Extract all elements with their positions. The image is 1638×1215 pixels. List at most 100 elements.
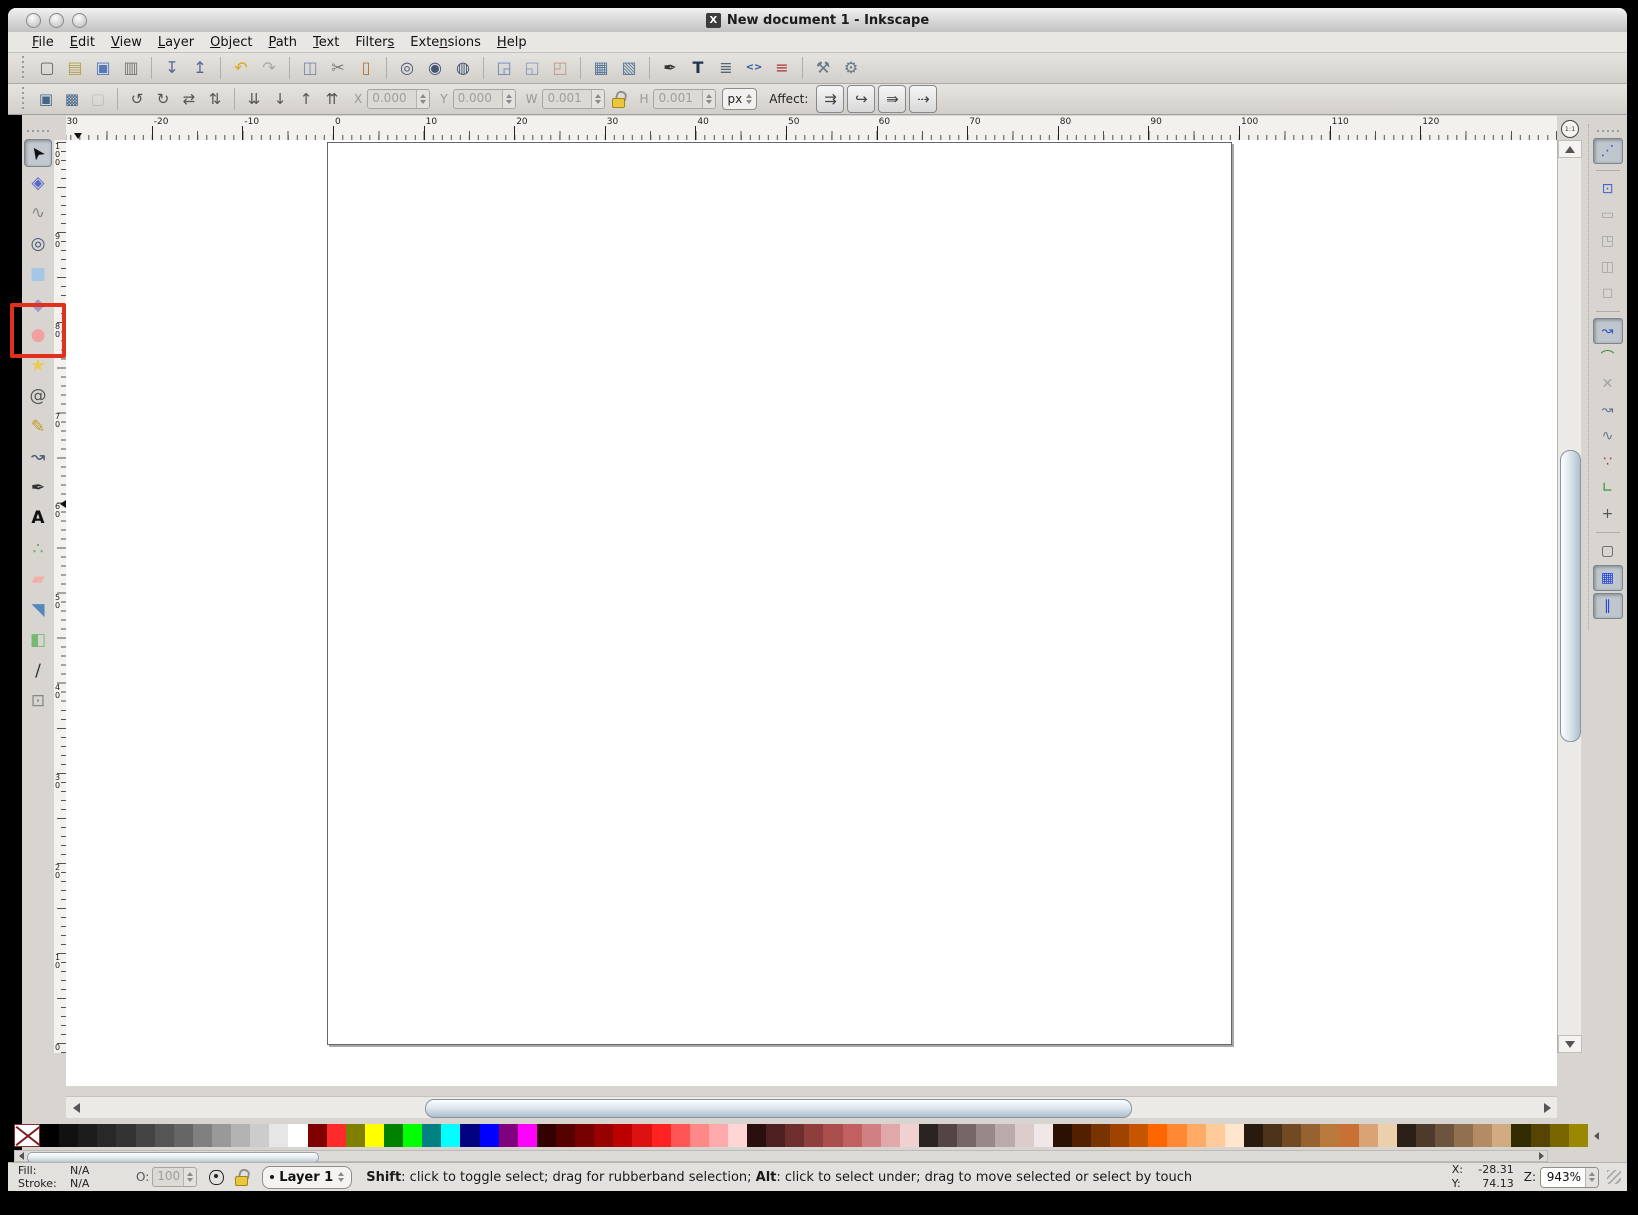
rectangle-tool-button[interactable]: ■ — [24, 261, 52, 289]
menu-text[interactable]: Text — [305, 34, 347, 51]
palette-swatch[interactable] — [843, 1124, 862, 1147]
palette-scrollbar[interactable] — [14, 1150, 1548, 1162]
snap-enable-button[interactable]: ⋰ — [1593, 138, 1623, 164]
width-field-spinner[interactable] — [591, 90, 604, 108]
palette-swatch[interactable] — [1206, 1124, 1225, 1147]
palette-swatch[interactable] — [957, 1124, 976, 1147]
scroll-up-icon[interactable] — [1558, 140, 1582, 158]
deselect-button[interactable]: ▢ — [86, 87, 110, 111]
snap-smooth-nodes-button[interactable]: ∿ — [1594, 424, 1622, 448]
palette-swatch[interactable] — [97, 1124, 116, 1147]
palette-swatch[interactable] — [671, 1124, 690, 1147]
palette-swatch[interactable] — [938, 1124, 957, 1147]
menu-layer[interactable]: Layer — [150, 34, 202, 51]
horizontal-ruler[interactable]: -30-20-100102030405060708090100110120 — [66, 116, 1557, 141]
zoom-to-selection-button[interactable]: ◎ — [394, 55, 420, 81]
snap-cusp-nodes-button[interactable]: ↝ — [1594, 398, 1622, 422]
palette-swatch[interactable] — [785, 1124, 804, 1147]
palette-swatch[interactable] — [1301, 1124, 1320, 1147]
copy-button[interactable]: ◫ — [297, 55, 323, 81]
palette-swatch[interactable] — [1359, 1124, 1378, 1147]
spin-down-icon[interactable] — [706, 100, 712, 104]
palette-swatch[interactable] — [1282, 1124, 1301, 1147]
unlink-clone-button[interactable]: ◰ — [547, 55, 573, 81]
palette-swatch[interactable] — [1072, 1124, 1091, 1147]
rotate-90-cw-button[interactable]: ↻ — [151, 87, 175, 111]
palette-swatch[interactable] — [1129, 1124, 1148, 1147]
pencil-tool-button[interactable]: ✎ — [24, 413, 52, 441]
node-editor-tool-button[interactable]: ◈ — [24, 169, 52, 197]
menu-help[interactable]: Help — [489, 34, 535, 51]
canvas[interactable] — [66, 140, 1557, 1086]
spin-down-icon[interactable] — [420, 100, 426, 104]
current-layer-select[interactable]: Layer 1 — [262, 1166, 352, 1189]
palette-swatch[interactable] — [862, 1124, 881, 1147]
palette-swatch[interactable] — [1569, 1124, 1588, 1147]
units-select[interactable]: px — [722, 88, 757, 110]
palette-swatch[interactable] — [403, 1124, 422, 1147]
palette-swatch[interactable] — [365, 1124, 384, 1147]
palette-swatch[interactable] — [1167, 1124, 1186, 1147]
dropper-tool-button[interactable]: ∕ — [24, 657, 52, 685]
palette-swatch[interactable] — [804, 1124, 823, 1147]
zoom-1-1-icon[interactable]: 1:1 — [1561, 120, 1579, 138]
y-field-spinner[interactable] — [502, 90, 515, 108]
document-properties-button[interactable]: ⚙ — [838, 55, 864, 81]
scroll-left-icon[interactable] — [68, 1099, 84, 1117]
snap-grids-button[interactable]: ▦ — [1593, 565, 1623, 591]
minimize-window-icon[interactable] — [49, 13, 64, 28]
palette-swatch[interactable] — [537, 1124, 556, 1147]
palette-swatch[interactable] — [1034, 1124, 1053, 1147]
palette-swatch[interactable] — [690, 1124, 709, 1147]
palette-swatch[interactable] — [1416, 1124, 1435, 1147]
lock-ratio-icon[interactable] — [611, 91, 625, 107]
export-button[interactable]: ↥ — [187, 55, 213, 81]
menu-edit[interactable]: Edit — [62, 34, 103, 51]
palette-swatch[interactable] — [1454, 1124, 1473, 1147]
zoom-to-page-button[interactable]: ◍ — [450, 55, 476, 81]
window-resize-grip[interactable] — [1607, 1170, 1621, 1184]
spin-up-icon[interactable] — [506, 94, 512, 98]
scale-stroke-width-toggle-button[interactable]: ⇉ — [816, 85, 844, 113]
palette-none-swatch[interactable] — [14, 1124, 40, 1147]
palette-swatch[interactable] — [269, 1124, 288, 1147]
zoom-tool-button[interactable]: ◎ — [24, 230, 52, 258]
palette-swatch[interactable] — [632, 1124, 651, 1147]
select-all-in-all-layers-button[interactable]: ▩ — [60, 87, 84, 111]
paint-bucket-tool-button[interactable]: ◥ — [24, 596, 52, 624]
palette-swatch[interactable] — [709, 1124, 728, 1147]
palette-swatch[interactable] — [1511, 1124, 1530, 1147]
menu-view[interactable]: View — [103, 34, 150, 51]
x-field-spinner[interactable] — [416, 90, 429, 108]
palette-swatch[interactable] — [40, 1124, 59, 1147]
selector-tool-button[interactable]: ➤ — [24, 139, 52, 167]
palette-swatch[interactable] — [384, 1124, 403, 1147]
scroll-down-icon[interactable] — [1558, 1035, 1582, 1053]
snap-rotation-centers-button[interactable]: + — [1594, 502, 1622, 526]
spin-up-icon[interactable] — [595, 94, 601, 98]
snapbar-grip[interactable] — [1597, 128, 1619, 133]
connector-tool-button[interactable]: ⊡ — [24, 688, 52, 716]
ruler-corner[interactable]: 1:1 — [1558, 118, 1582, 139]
palette-swatch[interactable] — [1053, 1124, 1072, 1147]
palette-swatch[interactable] — [747, 1124, 766, 1147]
flip-horizontal-button[interactable]: ⇄ — [177, 87, 201, 111]
raise-to-top-button[interactable]: ⇈ — [320, 87, 344, 111]
palette-swatch[interactable] — [1378, 1124, 1397, 1147]
group-button[interactable]: ▦ — [588, 55, 614, 81]
palette-swatch[interactable] — [59, 1124, 78, 1147]
palette-swatch[interactable] — [193, 1124, 212, 1147]
fill-and-stroke-button[interactable]: ✒ — [657, 55, 683, 81]
spray-tool-button[interactable]: ∴ — [24, 535, 52, 563]
palette-swatch[interactable] — [823, 1124, 842, 1147]
palette-swatch[interactable] — [136, 1124, 155, 1147]
palette-swatch[interactable] — [995, 1124, 1014, 1147]
palette-swatch[interactable] — [1225, 1124, 1244, 1147]
palette-swatch[interactable] — [766, 1124, 785, 1147]
snap-bbox-edge-midpoints-button[interactable]: ◫ — [1594, 255, 1622, 279]
snap-nodes-button[interactable]: ↝ — [1593, 318, 1623, 344]
vertical-scrollbar-thumb[interactable] — [1560, 450, 1581, 742]
redo-button[interactable]: ↷ — [256, 55, 282, 81]
toolbar-grip[interactable] — [22, 56, 28, 80]
vertical-ruler[interactable]: 1009080706050403020100 — [52, 140, 67, 1053]
